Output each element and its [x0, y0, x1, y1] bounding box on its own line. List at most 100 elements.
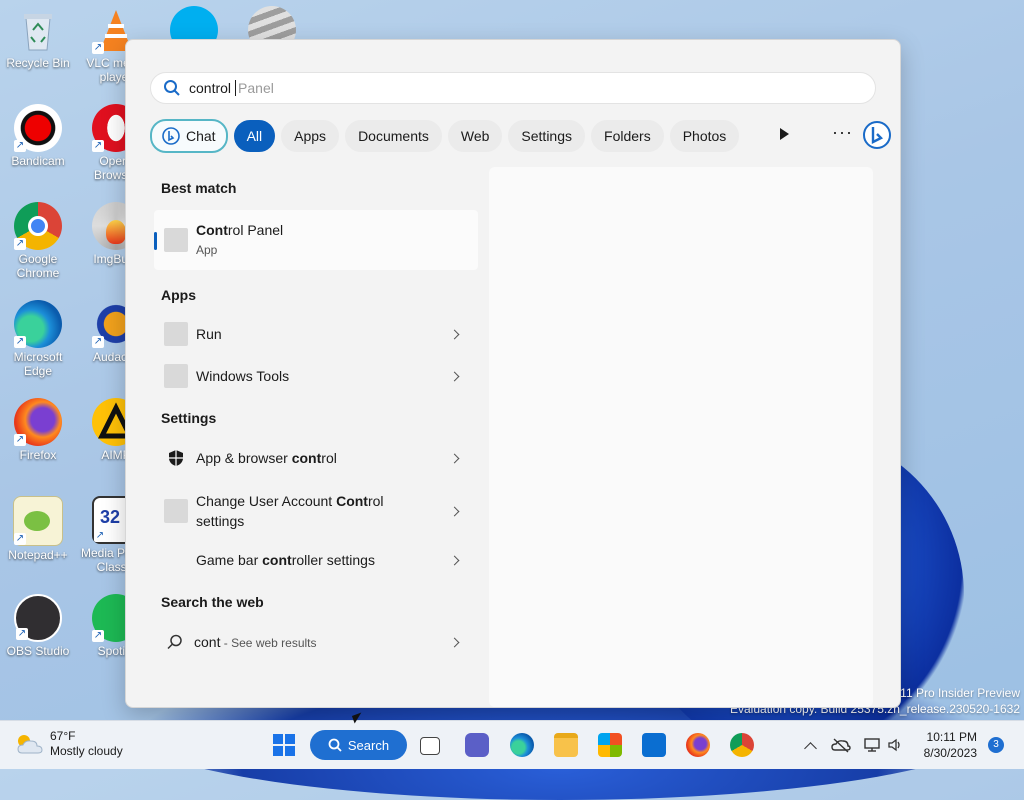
- desktop-icon-recycle-bin[interactable]: Recycle Bin: [0, 6, 76, 70]
- clock-time: 10:11 PM: [926, 730, 977, 744]
- notification-badge[interactable]: 3: [988, 737, 1004, 753]
- desktop-icon-label: Firefox: [19, 448, 57, 462]
- label-suffix: rol: [367, 493, 384, 509]
- search-icon: [164, 80, 180, 96]
- show-hidden-icons-chevron-icon[interactable]: [804, 741, 817, 755]
- section-settings: Settings: [161, 410, 217, 426]
- shortcut-arrow-icon: ↗: [92, 42, 104, 54]
- clock[interactable]: 10:11 PM 8/30/2023: [924, 729, 977, 761]
- match-highlight: Cont: [196, 222, 228, 238]
- more-options-icon[interactable]: ···: [832, 122, 853, 143]
- chrome-icon[interactable]: [730, 733, 754, 757]
- file-explorer-icon[interactable]: [554, 733, 578, 757]
- desktop-icon-label: Notepad++: [8, 548, 68, 562]
- desktop-icon-bandicam[interactable]: ↗ Bandicam: [0, 104, 76, 168]
- section-best-match: Best match: [161, 180, 237, 196]
- run-icon: [164, 322, 188, 346]
- weather-widget[interactable]: 67°F Mostly cloudy: [14, 729, 123, 759]
- desktop-icon-firefox[interactable]: ↗ Firefox: [0, 398, 76, 462]
- filter-documents[interactable]: Documents: [345, 120, 442, 152]
- search-query: control: [189, 80, 232, 96]
- preview-pane: [489, 167, 873, 707]
- network-icon[interactable]: [863, 737, 881, 753]
- result-windows-tools[interactable]: Windows Tools: [154, 364, 478, 388]
- label-prefix: App & browser: [196, 450, 292, 466]
- filter-documents-label: Documents: [358, 128, 429, 144]
- shortcut-arrow-icon: ↗: [92, 336, 104, 348]
- taskbar-search-label: Search: [347, 737, 390, 753]
- windows-logo-icon: [273, 734, 295, 756]
- filter-chat-label: Chat: [186, 128, 216, 144]
- web-suffix: - See web results: [220, 636, 317, 650]
- taskbar: 67°F Mostly cloudy Search 10:11 PM 8/30/…: [0, 720, 1024, 769]
- section-search-web: Search the web: [161, 594, 264, 610]
- filter-folders[interactable]: Folders: [591, 120, 664, 152]
- web-query: cont: [194, 634, 221, 650]
- control-panel-icon: [164, 228, 188, 252]
- filter-bar: Chat All Apps Documents Web Settings Fol…: [150, 119, 891, 153]
- shortcut-arrow-icon: ↗: [16, 628, 28, 640]
- obs-icon: ↗: [14, 594, 62, 642]
- task-view-icon[interactable]: [420, 737, 440, 755]
- label-line2: settings: [196, 513, 245, 529]
- taskbar-search-button[interactable]: Search: [310, 730, 407, 760]
- filter-all-label: All: [246, 128, 263, 144]
- search-input[interactable]: control Panel: [150, 72, 876, 104]
- chevron-right-icon[interactable]: [449, 555, 460, 565]
- shortcut-arrow-icon: ↗: [14, 533, 26, 545]
- chevron-right-icon[interactable]: [449, 371, 460, 381]
- filter-all[interactable]: All: [233, 120, 276, 152]
- microsoft-store-icon[interactable]: [598, 733, 622, 757]
- best-match-control-panel[interactable]: Control Panel App: [154, 210, 478, 270]
- volume-icon[interactable]: [887, 737, 903, 753]
- start-button[interactable]: [272, 733, 296, 757]
- watermark-edition: 11 Pro Insider Preview: [900, 686, 1020, 700]
- result-change-uac-settings[interactable]: Change User Account Control settings: [154, 489, 478, 533]
- chevron-right-icon[interactable]: [449, 453, 460, 463]
- filter-settings-label: Settings: [521, 128, 573, 144]
- shortcut-arrow-icon: ↗: [14, 140, 26, 152]
- result-app-browser-control[interactable]: App & browser control: [154, 446, 478, 470]
- filter-chat[interactable]: Chat: [150, 119, 228, 153]
- notepad-plus-plus-icon: ↗: [13, 496, 63, 546]
- filter-folders-label: Folders: [604, 128, 651, 144]
- chevron-right-icon[interactable]: [449, 506, 460, 516]
- filter-web[interactable]: Web: [447, 120, 503, 152]
- shortcut-arrow-icon: ↗: [14, 336, 26, 348]
- chevron-right-icon[interactable]: [449, 329, 460, 339]
- firefox-icon: ↗: [14, 398, 62, 446]
- bing-chat-icon: [162, 127, 180, 145]
- filter-apps[interactable]: Apps: [281, 120, 340, 152]
- shortcut-arrow-icon: ↗: [92, 140, 104, 152]
- edge-icon[interactable]: [510, 733, 534, 757]
- game-bar-icon: [164, 548, 188, 572]
- match-highlight: Cont: [336, 493, 368, 509]
- desktop-icon-label: Recycle Bin: [6, 56, 70, 70]
- match-rest: rol Panel: [227, 222, 284, 238]
- more-filters-arrow-icon[interactable]: [780, 128, 789, 140]
- label-suffix: rol: [321, 450, 337, 466]
- desktop-icon-google-chrome[interactable]: ↗ Google Chrome: [0, 202, 76, 280]
- search-icon: [328, 738, 342, 752]
- result-web-search[interactable]: cont - See web results: [154, 630, 478, 654]
- match-highlight: cont: [291, 450, 322, 466]
- windows-tools-icon: [164, 364, 188, 388]
- desktop-icon-label: Google Chrome: [16, 252, 60, 280]
- bing-icon[interactable]: [862, 120, 892, 150]
- firefox-icon[interactable]: [686, 733, 710, 757]
- result-run[interactable]: Run: [154, 322, 478, 346]
- desktop-icon-notepad-plus-plus[interactable]: ↗ Notepad++: [0, 496, 76, 562]
- filter-settings[interactable]: Settings: [508, 120, 586, 152]
- chevron-right-icon[interactable]: [449, 637, 460, 647]
- filter-photos[interactable]: Photos: [669, 120, 740, 152]
- shortcut-arrow-icon: ↗: [92, 630, 104, 642]
- result-game-bar-controller[interactable]: Game bar controller settings: [154, 548, 478, 572]
- label-suffix: roller settings: [291, 552, 375, 568]
- onedrive-offline-icon[interactable]: [831, 737, 851, 753]
- chat-icon[interactable]: [465, 733, 489, 757]
- desktop-icon-microsoft-edge[interactable]: ↗ Microsoft Edge: [0, 300, 76, 378]
- result-label: App & browser control: [196, 450, 337, 466]
- desktop-icon-label: Bandicam: [11, 154, 65, 168]
- desktop-icon-obs-studio[interactable]: ↗ OBS Studio: [0, 594, 76, 658]
- mail-icon[interactable]: [642, 733, 666, 757]
